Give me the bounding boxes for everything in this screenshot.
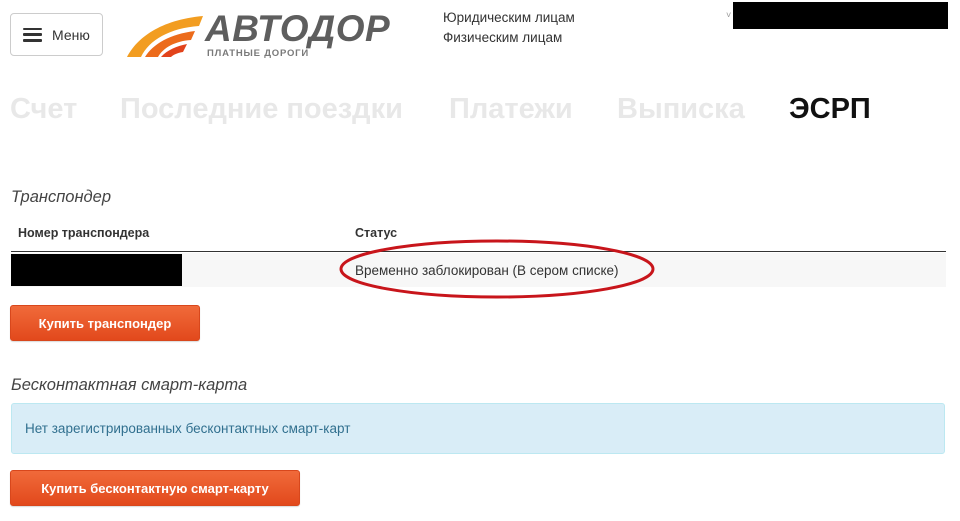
road-stripes-icon bbox=[127, 16, 203, 57]
tab-account[interactable]: Счет bbox=[10, 93, 77, 126]
link-individuals[interactable]: Физическим лицам bbox=[443, 28, 575, 48]
tab-payments[interactable]: Платежи bbox=[449, 93, 573, 126]
smartcard-section-title: Бесконтактная смарт-карта bbox=[11, 376, 248, 394]
table-header-divider bbox=[11, 251, 946, 252]
buy-transponder-button[interactable]: Купить транспондер bbox=[10, 305, 200, 341]
transponder-status: Временно заблокирован (В сером списке) bbox=[355, 263, 619, 278]
transponder-section-title: Транспондер bbox=[11, 188, 112, 206]
smartcard-empty-message: Нет зарегистрированных бесконтактных сма… bbox=[25, 421, 351, 436]
menu-button[interactable]: Меню bbox=[10, 13, 103, 56]
redacted-account-info bbox=[733, 2, 948, 29]
tab-statement[interactable]: Выписка bbox=[617, 93, 745, 126]
buy-smartcard-button[interactable]: Купить бесконтактную смарт-карту bbox=[10, 470, 300, 506]
logo-wordmark: АВТОДОР bbox=[205, 8, 391, 49]
avtodor-logo[interactable]: АВТОДОР ПЛАТНЫЕ ДОРОГИ bbox=[125, 8, 410, 60]
smartcard-empty-alert: Нет зарегистрированных бесконтактных сма… bbox=[11, 403, 945, 454]
column-header-transponder-number: Номер транспондера bbox=[18, 226, 150, 240]
tab-recent-trips[interactable]: Последние поездки bbox=[120, 93, 403, 126]
tab-esrp[interactable]: ЭСРП bbox=[789, 93, 871, 126]
top-links: Юридическим лицам Физическим лицам bbox=[443, 8, 575, 48]
redacted-transponder-number bbox=[11, 254, 182, 286]
column-header-status: Статус bbox=[355, 226, 398, 240]
menu-label: Меню bbox=[52, 26, 90, 43]
logo-subtitle: ПЛАТНЫЕ ДОРОГИ bbox=[207, 48, 309, 59]
chevron-down-icon[interactable]: ˅ bbox=[726, 10, 731, 20]
hamburger-icon bbox=[23, 27, 42, 42]
link-legal-entities[interactable]: Юридическим лицам bbox=[443, 8, 575, 28]
